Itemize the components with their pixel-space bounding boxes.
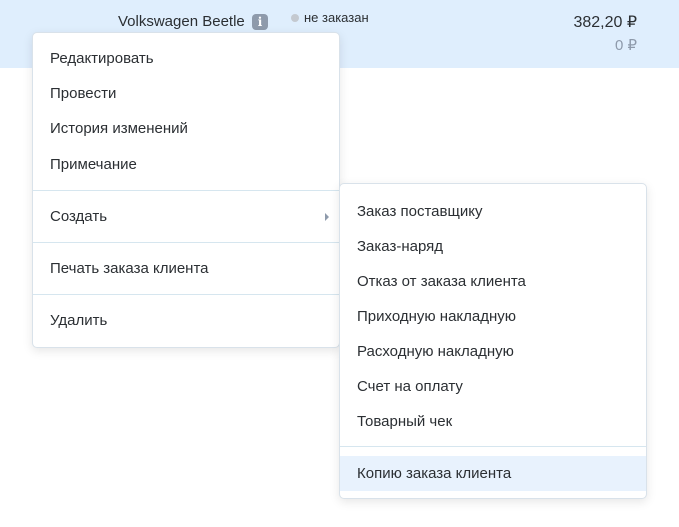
info-icon[interactable]: i xyxy=(252,14,268,30)
menu-divider xyxy=(33,294,339,295)
submenu-item-expense-invoice[interactable]: Расходную накладную xyxy=(340,334,646,369)
order-amount: 382,20 ₽ xyxy=(573,14,637,31)
menu-item-history[interactable]: История изменений xyxy=(33,111,339,147)
menu-item-print-order[interactable]: Печать заказа клиента xyxy=(33,251,339,286)
status-dot-icon xyxy=(291,14,299,22)
menu-item-create-label: Создать xyxy=(50,208,108,225)
submenu-item-supplier-order[interactable]: Заказ поставщику xyxy=(340,194,646,229)
menu-item-post[interactable]: Провести xyxy=(33,76,339,111)
chevron-right-icon xyxy=(325,212,329,221)
menu-item-create[interactable]: Создать xyxy=(33,199,339,234)
submenu-item-work-order[interactable]: Заказ-наряд xyxy=(340,229,646,264)
submenu-item-order-refusal[interactable]: Отказ от заказа клиента xyxy=(340,264,646,299)
product-name: Volkswagen Beetle xyxy=(118,13,245,30)
menu-divider xyxy=(340,446,646,447)
submenu-item-receipt-invoice[interactable]: Приходную накладную xyxy=(340,299,646,334)
menu-item-edit[interactable]: Редактировать xyxy=(33,41,339,76)
menu-item-note[interactable]: Примечание xyxy=(33,147,339,182)
menu-item-delete[interactable]: Удалить xyxy=(33,303,339,338)
order-amount-secondary: 0 ₽ xyxy=(614,37,637,54)
submenu-item-sales-receipt[interactable]: Товарный чек xyxy=(340,404,646,439)
order-status: не заказан xyxy=(304,10,369,25)
submenu-item-copy-order[interactable]: Копию заказа клиента xyxy=(340,456,646,491)
menu-divider xyxy=(33,242,339,243)
menu-divider xyxy=(33,190,339,191)
create-submenu: Заказ поставщику Заказ-наряд Отказ от за… xyxy=(339,183,647,499)
context-menu: Редактировать Провести История изменений… xyxy=(32,32,340,348)
submenu-item-payment-invoice[interactable]: Счет на оплату xyxy=(340,369,646,404)
